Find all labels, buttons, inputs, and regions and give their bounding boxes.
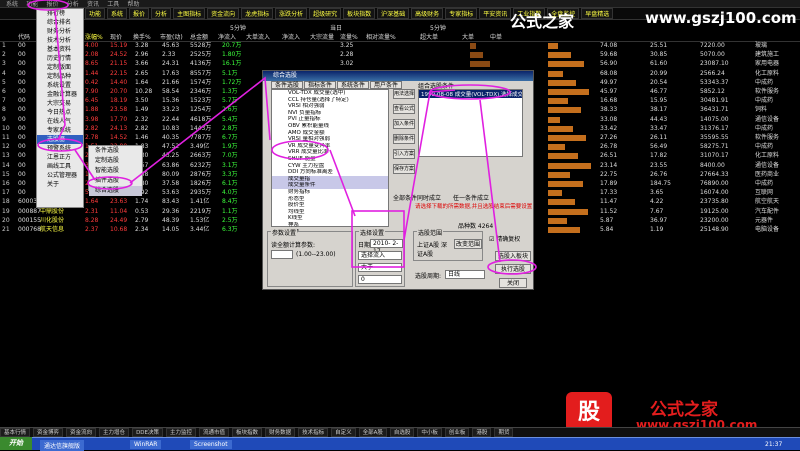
taskbar-app-1[interactable]: 通达信旗舰版 <box>40 440 85 451</box>
highlight-picker-item <box>37 138 83 152</box>
bottom-tab[interactable]: 基本行情 <box>0 428 31 437</box>
highlight-settings <box>351 210 405 268</box>
watermark-logo: 股 <box>566 392 612 432</box>
watermark-title-2: 公式之家 <box>650 400 718 420</box>
highlight-volume-node <box>271 140 329 160</box>
watermark-title: 公式之家 <box>510 12 575 31</box>
highlight-function-menu <box>27 0 69 11</box>
arrow-to-settings <box>329 149 356 217</box>
bottom-tab[interactable]: DDE决策 <box>132 428 164 437</box>
bottom-tab[interactable]: 创业板 <box>444 428 470 437</box>
bottom-tab[interactable]: 板块指数 <box>232 428 263 437</box>
taskbar-app-2[interactable]: WinRAR <box>130 440 162 449</box>
taskbar: 通达信旗舰版 WinRAR Screenshot 21:37 <box>0 437 800 451</box>
bottom-tab[interactable]: 资金流向 <box>66 428 97 437</box>
highlight-run-button <box>487 259 537 275</box>
highlight-combo-item <box>87 176 133 190</box>
taskbar-clock: 21:37 <box>765 441 783 448</box>
annotation-overlay <box>27 0 537 275</box>
start-button[interactable]: 开始 <box>0 437 32 450</box>
bottom-tab[interactable]: 自选股 <box>389 428 415 437</box>
bottom-tab[interactable]: 全部A股 <box>358 428 387 437</box>
arrow-to-run <box>479 99 501 263</box>
bottom-tab-bar: 基本行情 资金博弈 资金流向 主力增仓 DDE决策 主力监控 流通市值 板块指数 财务数据 技术指… <box>0 427 800 437</box>
bottom-tab[interactable]: 主力增仓 <box>99 428 130 437</box>
bottom-tab[interactable]: 技术指标 <box>298 428 329 437</box>
arrow-to-condition <box>403 89 456 241</box>
watermark-url: www.gszj100.com <box>645 9 797 27</box>
bottom-tab[interactable]: 主力监控 <box>166 428 197 437</box>
bottom-tab[interactable]: 财务数据 <box>265 428 296 437</box>
highlight-condition <box>429 84 511 100</box>
arrow-to-dialog <box>129 76 271 184</box>
bottom-tab[interactable]: 港股 <box>472 428 492 437</box>
bottom-tab[interactable]: 期货 <box>494 428 514 437</box>
arrow-to-combo <box>74 149 96 181</box>
arrow-to-picker <box>54 9 66 141</box>
taskbar-app-3[interactable]: Screenshot <box>190 440 232 449</box>
bottom-tab[interactable]: 自定义 <box>331 428 356 437</box>
bottom-tab[interactable]: 资金博弈 <box>33 428 64 437</box>
bottom-tab[interactable]: 流通市值 <box>199 428 230 437</box>
bottom-tab[interactable]: 中小板 <box>417 428 442 437</box>
